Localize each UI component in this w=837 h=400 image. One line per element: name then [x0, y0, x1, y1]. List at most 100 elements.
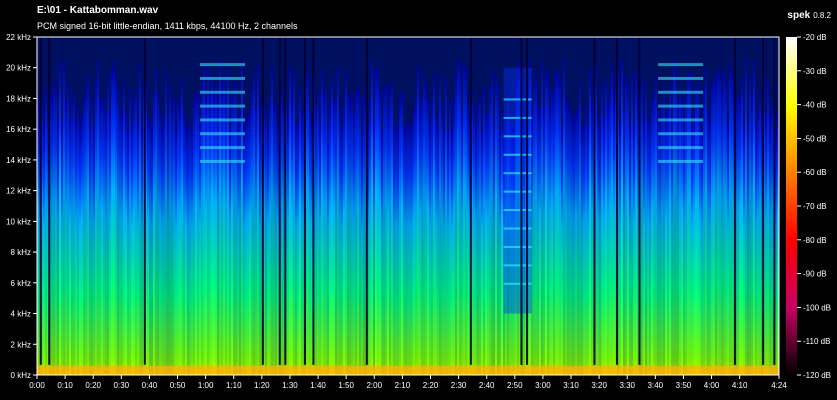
spectrum-column [361, 131, 363, 375]
spectrum-column [349, 97, 351, 375]
x-tick-label: 3:50 [676, 381, 692, 390]
spectrum-column [109, 111, 111, 375]
spectrum-column [745, 59, 747, 375]
spectrum-column [399, 94, 401, 375]
spectrum-column [61, 122, 63, 375]
x-tick-label: 3:30 [619, 381, 635, 390]
spectrum-column [481, 131, 483, 375]
spectrum-column [355, 89, 357, 375]
x-tick-label: 1:50 [338, 381, 354, 390]
spectrum-column [575, 111, 577, 375]
spectrum-column [151, 125, 153, 375]
spectrum-column [119, 107, 121, 375]
spectrum-column [201, 82, 203, 375]
spectrum-column [611, 64, 613, 375]
silence-line [734, 37, 737, 365]
spectrum-column [599, 126, 601, 375]
spectrum-column [353, 113, 355, 375]
spectrum-column [393, 130, 395, 375]
frequency-band [658, 159, 704, 163]
spectrum-column [475, 124, 477, 375]
spectrum-column [647, 116, 649, 375]
spectrum-column [307, 72, 309, 375]
spectrum-column [677, 100, 679, 375]
spectrum-column [651, 99, 653, 375]
spectrum-column [351, 95, 353, 375]
spectrum-column [129, 88, 131, 375]
spectrum-column [459, 62, 461, 375]
spectrum-column [99, 99, 101, 375]
spectrum-column [655, 74, 657, 375]
spectrum-column [689, 72, 691, 375]
spectrum-column [759, 91, 761, 375]
spectrum-column [589, 69, 591, 375]
colorbar-tick-label: -100 dB [803, 303, 831, 312]
spectrum-column [65, 100, 67, 375]
spectrum-column [631, 72, 633, 375]
silence-line [261, 37, 264, 365]
x-tick-label: 0:00 [29, 381, 45, 390]
spectrum-column [231, 96, 233, 375]
silence-line [304, 37, 307, 365]
spectrum-column [557, 69, 559, 375]
spectrum-column [385, 84, 387, 375]
silence-line [615, 37, 618, 365]
spectrum-column [225, 94, 227, 375]
spectrum-column [43, 125, 45, 375]
spectrum-column [173, 96, 175, 375]
silence-line [773, 37, 776, 365]
y-tick-label: 16 kHz [6, 125, 31, 134]
silence-line [39, 37, 42, 365]
spectrum-column [555, 71, 557, 375]
spectrum-column [297, 121, 299, 375]
spectrum-column [727, 124, 729, 375]
spectrum-column [281, 91, 283, 375]
frequency-band [200, 90, 245, 94]
colorbar-axis: -20 dB -30 dB -40 dB -50 dB -60 dB -70 dB -80 … [797, 33, 831, 380]
spectrum-column [135, 87, 137, 375]
spectrum-column [171, 101, 173, 375]
spectrum-column [499, 130, 501, 375]
spectrum-column [337, 65, 339, 375]
frequency-band [658, 90, 704, 94]
spectrum-column [547, 75, 549, 375]
spectrum-column [131, 124, 133, 375]
spectrum-column [417, 65, 419, 375]
spectrum-column [275, 102, 277, 375]
spectrum-column [597, 113, 599, 375]
spectrum-column [663, 87, 665, 375]
spectrum-column [657, 109, 659, 375]
spectrum-column [403, 124, 405, 375]
spectrum-column [635, 71, 637, 375]
spectrum-column [685, 93, 687, 375]
spectrum-column [493, 121, 495, 375]
spectrum-column [541, 60, 543, 375]
frequency-band [200, 76, 245, 80]
spectrum-column [389, 87, 391, 375]
silence-line [312, 37, 315, 365]
spectrum-column [57, 118, 59, 375]
x-tick-label: 0:50 [170, 381, 186, 390]
spectrum-column [59, 61, 61, 375]
x-tick-label: 3:40 [648, 381, 664, 390]
spectrum-column [53, 81, 55, 375]
spectrum-column [501, 109, 503, 375]
spectrum-column [309, 111, 311, 375]
spectrum-column [667, 105, 669, 375]
spectrum-column [125, 111, 127, 375]
spectrum-column [369, 99, 371, 375]
spectrum-column [439, 75, 441, 375]
spectrum-column [443, 131, 445, 375]
spectrum-column [301, 111, 303, 375]
spectrum-column [117, 90, 119, 375]
spectrum-column [245, 117, 247, 375]
spectrum-column [139, 64, 141, 375]
spectrum-column [721, 89, 723, 375]
spectrum-column [707, 109, 709, 375]
spectrum-column [161, 126, 163, 375]
spectrum-column [567, 103, 569, 375]
spectrum-column [769, 114, 771, 375]
spectrum-column [295, 125, 297, 375]
spectrum-column [197, 92, 199, 375]
spectrum-column [97, 60, 99, 375]
